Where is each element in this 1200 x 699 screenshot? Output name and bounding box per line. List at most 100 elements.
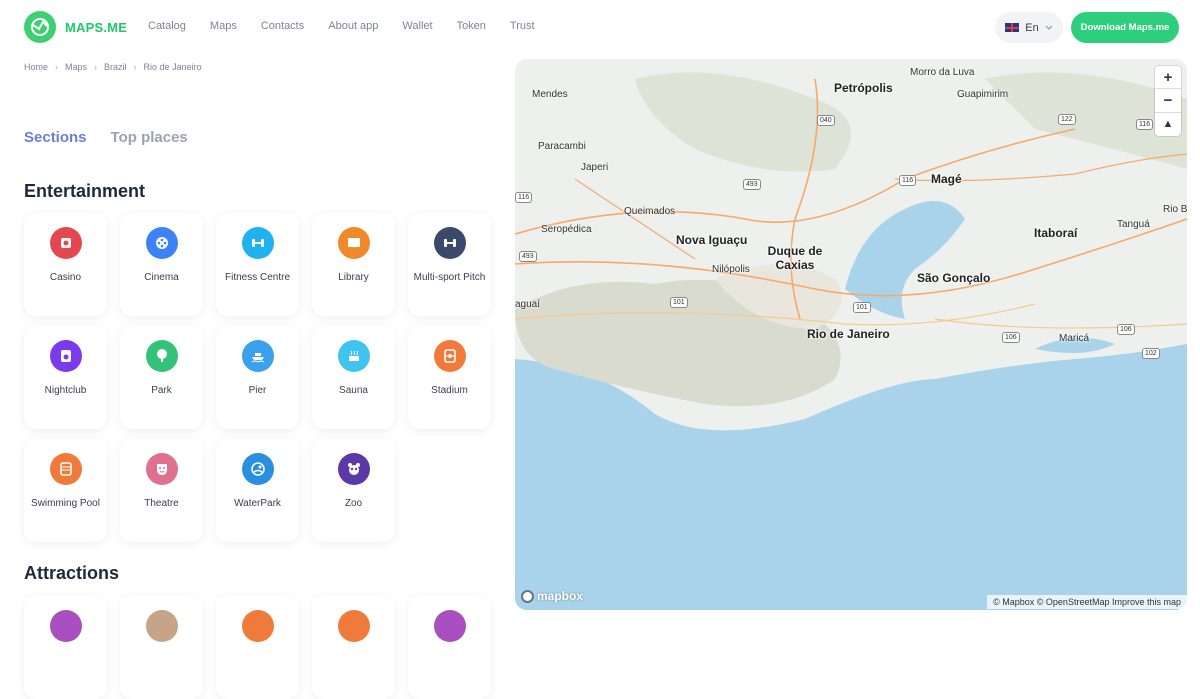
- highway-shield: 101: [853, 302, 871, 313]
- theatre-mask-icon: [145, 453, 178, 485]
- attractions-heading: Attractions: [24, 563, 120, 583]
- attraction-card[interactable]: [216, 596, 299, 699]
- highway-shield: 101: [670, 297, 688, 308]
- attraction-icon: [145, 610, 178, 642]
- mapbox-logo[interactable]: mapbox: [521, 589, 583, 603]
- category-label: Casino: [49, 272, 82, 283]
- compass-icon[interactable]: ▲: [1155, 113, 1181, 136]
- brand-logo[interactable]: MAPS.ME: [24, 11, 127, 43]
- mapbox-mark-icon: [521, 589, 534, 603]
- nav-catalog[interactable]: Catalog: [148, 20, 186, 32]
- city-label: Nova Iguaçu: [676, 233, 748, 247]
- attraction-icon: [337, 610, 370, 642]
- town-label: aguaí: [515, 299, 541, 310]
- category-card-theatre[interactable]: Theatre: [120, 439, 203, 542]
- nav-token[interactable]: Token: [457, 20, 486, 32]
- dumbbell-icon: [241, 227, 274, 259]
- uk-flag-icon: [1005, 23, 1020, 32]
- category-label: Cinema: [144, 272, 179, 283]
- highway-shield: 102: [1142, 348, 1160, 359]
- nav-about-app[interactable]: About app: [328, 20, 378, 32]
- highway-shield: 493: [519, 251, 537, 262]
- map-zoom-controls: + − ▲: [1155, 66, 1181, 136]
- language-selector[interactable]: En: [995, 12, 1063, 43]
- category-card-fitness-centre[interactable]: Fitness Centre: [216, 213, 299, 316]
- category-card-waterpark[interactable]: WaterPark: [216, 439, 299, 542]
- attraction-card[interactable]: [312, 596, 395, 699]
- map-attribution[interactable]: © Mapbox © OpenStreetMap Improve this ma…: [987, 595, 1187, 609]
- attraction-icon: [49, 610, 82, 642]
- highway-shield: 493: [743, 179, 761, 190]
- tab-sections[interactable]: Sections: [24, 129, 87, 146]
- breadcrumb-maps[interactable]: Maps: [65, 62, 87, 72]
- sauna-icon: [337, 340, 370, 372]
- town-label: Rio Bo: [1163, 204, 1187, 215]
- town-label: Morro da Luva: [910, 67, 975, 78]
- tab-top-places[interactable]: Top places: [111, 129, 188, 146]
- section-tabs: Sections Top places: [24, 129, 188, 146]
- zoom-out-button[interactable]: −: [1155, 89, 1181, 113]
- city-label: Itaboraí: [1034, 226, 1078, 240]
- breadcrumb-home[interactable]: Home: [24, 62, 48, 72]
- language-label: En: [1025, 21, 1039, 34]
- attraction-card[interactable]: [120, 596, 203, 699]
- highway-shield: 106: [1002, 332, 1020, 343]
- town-label: Paracambi: [538, 141, 586, 152]
- town-label: Japeri: [581, 162, 609, 173]
- highway-shield: 040: [817, 115, 835, 126]
- category-label: Zoo: [344, 498, 363, 509]
- nav-trust[interactable]: Trust: [510, 20, 535, 32]
- highway-shield: 116: [1136, 119, 1154, 130]
- attraction-card[interactable]: [408, 596, 491, 699]
- attraction-card[interactable]: [24, 596, 107, 699]
- site-header: MAPS.ME Catalog Maps Contacts About app …: [0, 0, 1200, 56]
- category-card-sauna[interactable]: Sauna: [312, 326, 395, 429]
- map-view[interactable]: Petrópolis Magé Nova Iguaçu Duque de Cax…: [515, 59, 1187, 610]
- breadcrumb-city: Rio de Janeiro: [143, 62, 202, 72]
- city-label: São Gonçalo: [917, 271, 991, 285]
- category-card-casino[interactable]: Casino: [24, 213, 107, 316]
- category-label: Fitness Centre: [224, 272, 291, 283]
- zoom-in-button[interactable]: +: [1155, 66, 1181, 90]
- entertainment-heading: Entertainment: [24, 181, 146, 201]
- category-card-nightclub[interactable]: Nightclub: [24, 326, 107, 429]
- main-nav: Catalog Maps Contacts About app Wallet T…: [148, 20, 559, 32]
- stadium-icon: [433, 340, 466, 372]
- category-card-swimming-pool[interactable]: Swimming Pool: [24, 439, 107, 542]
- download-button[interactable]: Download Maps.me: [1071, 12, 1179, 43]
- category-card-stadium[interactable]: Stadium: [408, 326, 491, 429]
- category-card-cinema[interactable]: Cinema: [120, 213, 203, 316]
- boat-icon: [241, 340, 274, 372]
- tree-icon: [145, 340, 178, 372]
- category-card-zoo[interactable]: Zoo: [312, 439, 395, 542]
- entertainment-grid: Casino Cinema Fitness Centre Library Mul…: [24, 213, 491, 552]
- nav-wallet[interactable]: Wallet: [402, 20, 432, 32]
- town-label: Mendes: [532, 89, 568, 100]
- nav-contacts[interactable]: Contacts: [261, 20, 304, 32]
- town-label: Maricá: [1059, 333, 1090, 344]
- swimmer-icon: [241, 453, 274, 485]
- attractions-grid: [24, 596, 491, 699]
- category-card-park[interactable]: Park: [120, 326, 203, 429]
- category-card-library[interactable]: Library: [312, 213, 395, 316]
- highway-shield: 116: [515, 192, 533, 203]
- highway-shield: 122: [1058, 114, 1076, 125]
- category-label: Park: [151, 385, 172, 396]
- mapbox-label: mapbox: [537, 589, 584, 603]
- nav-maps[interactable]: Maps: [210, 20, 237, 32]
- dumbbell-icon: [433, 227, 466, 259]
- attraction-icon: [241, 610, 274, 642]
- category-label: Library: [338, 272, 369, 283]
- pool-icon: [49, 453, 82, 485]
- highway-shield: 116: [899, 175, 917, 186]
- category-card-pier[interactable]: Pier: [216, 326, 299, 429]
- category-card-multi-sport-pitch[interactable]: Multi-sport Pitch: [408, 213, 491, 316]
- category-label: Multi-sport Pitch: [413, 272, 486, 283]
- category-label: Stadium: [431, 385, 468, 396]
- town-label: Guapimirim: [957, 89, 1009, 100]
- category-label: Swimming Pool: [31, 498, 100, 509]
- breadcrumb-country[interactable]: Brazil: [104, 62, 127, 72]
- city-label: Magé: [931, 172, 962, 186]
- attraction-icon: [433, 610, 466, 642]
- speaker-icon: [49, 340, 82, 372]
